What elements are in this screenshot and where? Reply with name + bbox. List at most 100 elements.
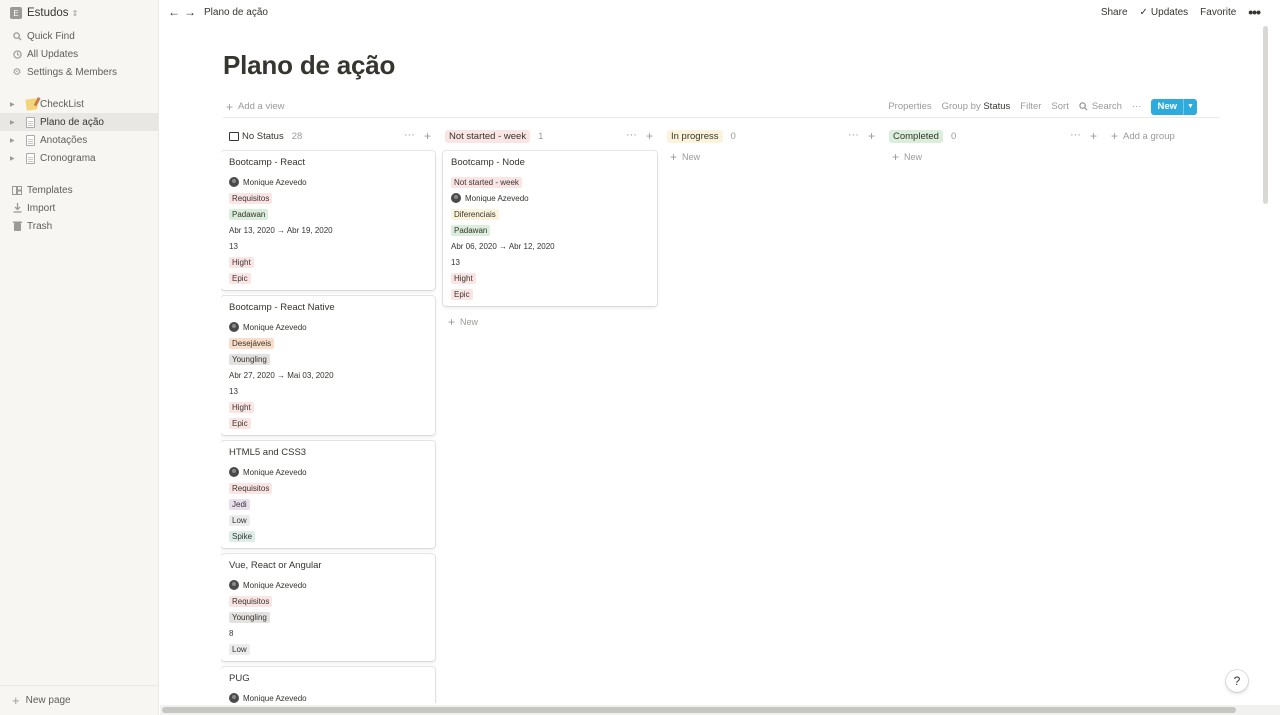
avatar xyxy=(451,193,461,203)
board-card[interactable]: Bootcamp - React Native Monique Azevedo De… xyxy=(221,296,435,435)
card-property: Hight xyxy=(451,270,649,286)
card-property: Desejáveis xyxy=(229,335,427,351)
tag: Youngling xyxy=(229,353,270,365)
more-options-icon[interactable]: ··· xyxy=(848,129,859,143)
sidebar-page-label: CheckList xyxy=(40,98,84,110)
new-page-button[interactable]: + New page xyxy=(0,685,159,715)
add-card-label: New xyxy=(904,152,923,162)
column-header[interactable]: In progress 0 ··· + xyxy=(665,128,879,144)
plus-icon[interactable]: + xyxy=(868,129,875,143)
new-button[interactable]: New ▼ xyxy=(1151,98,1197,115)
filter-button[interactable]: Filter xyxy=(1020,101,1041,112)
card-property: Not started - week xyxy=(451,174,649,190)
chevron-down-icon[interactable]: ▼ xyxy=(1183,98,1197,115)
person-name: Monique Azevedo xyxy=(243,580,307,590)
card-title: HTML5 and CSS3 xyxy=(229,447,307,458)
add-group-button[interactable]: + Add a group xyxy=(1109,128,1209,144)
view-bar: + Add a view Properties Group by Status … xyxy=(223,96,1220,118)
avatar xyxy=(229,580,239,590)
add-view-button[interactable]: + Add a view xyxy=(223,100,285,114)
person-name: Monique Azevedo xyxy=(243,693,307,703)
workspace-name: Estudos xyxy=(27,7,69,19)
add-card-button[interactable]: + New xyxy=(665,147,879,167)
sort-button[interactable]: Sort xyxy=(1051,101,1068,112)
tag: Spike xyxy=(229,530,256,542)
card-property: Abr 06, 2020 → Abr 12, 2020 xyxy=(451,238,649,254)
column-header[interactable]: Not started - week 1 ··· + xyxy=(443,128,657,144)
plus-icon[interactable]: + xyxy=(646,129,653,143)
sidebar-page-checklist[interactable]: ▶ CheckList xyxy=(0,95,158,113)
person-name: Monique Azevedo xyxy=(243,322,307,332)
view-more-icon[interactable]: ··· xyxy=(1132,101,1142,112)
sidebar-page-cronograma[interactable]: ▶ Cronograma xyxy=(0,149,158,167)
group-by-prefix: Group by xyxy=(941,101,981,112)
search-label: Search xyxy=(1091,101,1122,112)
card-property: Epic xyxy=(229,415,427,431)
sidebar-item-quick-find[interactable]: Quick Find xyxy=(0,27,158,45)
sidebar-item-all-updates[interactable]: All Updates xyxy=(0,45,158,63)
sidebar-page-anotacoes[interactable]: ▶ Anotações xyxy=(0,131,158,149)
property-value: 13 xyxy=(229,386,238,396)
sidebar: E Estudos ⇕ Quick Find All Updates ⚙ Set… xyxy=(0,0,159,715)
tag: Hight xyxy=(229,256,254,268)
sidebar-item-templates[interactable]: Templates xyxy=(0,181,158,199)
favorite-button[interactable]: Favorite xyxy=(1200,7,1236,18)
more-options-icon[interactable]: ••• xyxy=(1248,4,1261,20)
column-header[interactable]: No Status 28 ··· + xyxy=(221,128,435,144)
forward-arrow-icon[interactable]: → xyxy=(182,5,198,19)
workspace-switcher[interactable]: E Estudos ⇕ xyxy=(0,1,158,25)
back-arrow-icon[interactable]: ← xyxy=(166,5,182,19)
add-view-label: Add a view xyxy=(238,101,285,112)
properties-button[interactable]: Properties xyxy=(888,101,931,112)
card-property: Monique Azevedo xyxy=(451,190,649,206)
more-options-icon[interactable]: ··· xyxy=(404,129,415,143)
vertical-scrollbar[interactable] xyxy=(1263,26,1268,204)
tag: Not started - week xyxy=(451,176,522,188)
plus-icon[interactable]: + xyxy=(424,129,431,143)
avatar xyxy=(229,693,239,703)
card-property: Requisitos xyxy=(229,593,427,609)
toggle-arrow-icon[interactable]: ▶ xyxy=(10,119,20,126)
plus-icon[interactable]: + xyxy=(1090,129,1097,143)
help-button[interactable]: ? xyxy=(1226,670,1248,692)
toggle-arrow-icon[interactable]: ▶ xyxy=(10,155,20,162)
toggle-arrow-icon[interactable]: ▶ xyxy=(10,137,20,144)
column-count: 0 xyxy=(950,130,957,142)
sidebar-item-trash[interactable]: Trash xyxy=(0,217,158,235)
breadcrumb[interactable]: Plano de ação xyxy=(204,7,268,18)
tag: Epic xyxy=(229,417,251,429)
column-header[interactable]: Completed 0 ··· + xyxy=(887,128,1101,144)
board-card[interactable]: HTML5 and CSS3 Monique Azevedo Requisitos J… xyxy=(221,441,435,548)
board-card[interactable]: PUGMonique AzevedoRequisitos xyxy=(221,667,435,703)
more-options-icon[interactable]: ··· xyxy=(626,129,637,143)
updates-button[interactable]: ✓ Updates xyxy=(1140,7,1189,18)
horizontal-scrollbar[interactable] xyxy=(162,707,1236,713)
add-card-button[interactable]: + New xyxy=(887,147,1101,167)
toggle-arrow-icon[interactable]: ▶ xyxy=(10,101,20,108)
person-name: Monique Azevedo xyxy=(243,467,307,477)
board-card[interactable]: Bootcamp - React Monique Azevedo Requisito… xyxy=(221,151,435,290)
memo-icon xyxy=(25,97,38,111)
avatar xyxy=(229,177,239,187)
sidebar-item-settings[interactable]: ⚙ Settings & Members xyxy=(0,63,158,81)
updates-label: Updates xyxy=(1150,6,1189,18)
sidebar-item-import[interactable]: Import xyxy=(0,199,158,217)
board-column: In progress 0 ··· + + New xyxy=(665,128,879,703)
share-button[interactable]: Share xyxy=(1101,7,1128,18)
card-property: Monique Azevedo xyxy=(229,577,427,593)
board-card[interactable]: Bootcamp - Node Not started - week Monique… xyxy=(443,151,657,306)
group-by-button[interactable]: Group by Status xyxy=(942,101,1011,112)
group-by-value: Status xyxy=(983,101,1011,112)
search-button[interactable]: Search xyxy=(1079,101,1122,112)
page-title[interactable]: Plano de ação xyxy=(223,50,395,81)
search-icon xyxy=(1079,102,1088,111)
card-property: Abr 13, 2020 → Abr 19, 2020 xyxy=(229,222,427,238)
add-card-button[interactable]: + New xyxy=(443,312,657,332)
card-property: Abr 27, 2020 → Mai 03, 2020 xyxy=(229,367,427,383)
property-value: 8 xyxy=(229,628,234,638)
clock-icon xyxy=(12,49,22,59)
plus-icon: + xyxy=(448,315,456,329)
board-card[interactable]: Vue, React or Angular Monique Azevedo Requ… xyxy=(221,554,435,661)
sidebar-page-plano-de-acao[interactable]: ▶ Plano de ação xyxy=(0,113,158,131)
more-options-icon[interactable]: ··· xyxy=(1070,129,1081,143)
